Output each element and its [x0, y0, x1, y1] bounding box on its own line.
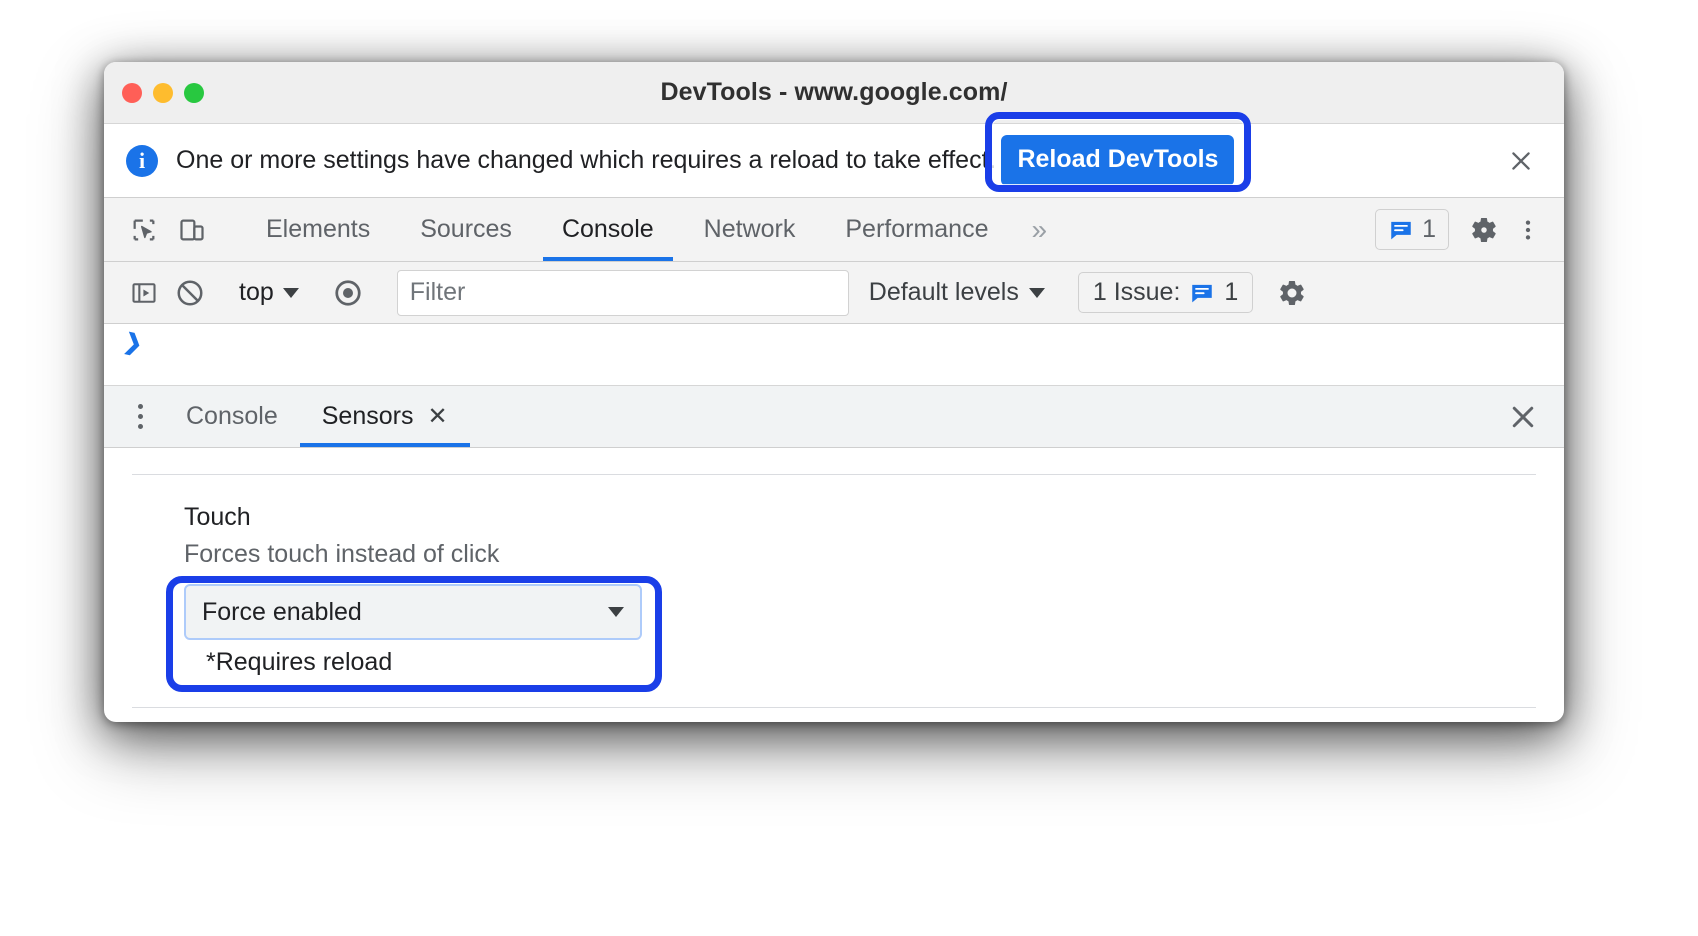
tab-performance[interactable]: Performance [820, 198, 1013, 261]
tab-elements[interactable]: Elements [241, 198, 395, 261]
touch-title: Touch [184, 503, 251, 531]
issue-message-icon [1391, 221, 1411, 239]
console-settings-gear-icon[interactable] [1270, 271, 1314, 315]
live-expression-icon[interactable] [326, 271, 370, 315]
device-toolbar-icon[interactable] [170, 208, 214, 252]
notification-message: One or more settings have changed which … [176, 146, 996, 174]
window-controls [122, 82, 204, 103]
tabbar-right-icons: 1 [1375, 198, 1564, 261]
prompt-chevron-icon: ❯ [121, 328, 145, 357]
log-levels-label: Default levels [868, 278, 1019, 306]
reload-button-wrapper: Reload DevTools [985, 112, 1252, 192]
screenshot-root: DevTools - www.google.com/ i One or more… [0, 0, 1698, 936]
chevron-down-icon [282, 287, 299, 298]
main-menu-kebab-icon[interactable] [1506, 208, 1550, 252]
reload-devtools-button[interactable]: Reload DevTools [1001, 135, 1235, 186]
console-message-area: ❯ [104, 324, 1564, 386]
touch-select-area: Force enabled *Requires reload [166, 576, 1564, 692]
log-levels-selector[interactable]: Default levels [869, 278, 1045, 307]
issue-message-icon [1192, 284, 1213, 302]
close-sensors-tab-icon[interactable]: ✕ [427, 404, 447, 429]
drawer-tab-console-label: Console [186, 402, 278, 430]
drawer-tab-console[interactable]: Console [164, 386, 300, 447]
issues-count: 1 [1422, 215, 1436, 243]
tab-console[interactable]: Console [537, 198, 679, 261]
devtools-window: DevTools - www.google.com/ i One or more… [104, 62, 1564, 722]
console-filter-input[interactable] [396, 269, 849, 316]
chevron-down-icon [1028, 287, 1045, 298]
reload-notification-bar: i One or more settings have changed whic… [104, 112, 1564, 198]
chevron-down-icon [608, 607, 624, 617]
touch-subtitle: Forces touch instead of click [184, 539, 500, 568]
panel-tabs: Elements Sources Console Network Perform… [241, 198, 1065, 261]
close-notification-icon[interactable] [1504, 144, 1538, 178]
console-toolbar: top Default levels 1 Issue: [104, 262, 1564, 324]
more-tabs-icon[interactable]: » [1013, 198, 1065, 261]
touch-select-value: Force enabled [202, 597, 362, 626]
drawer-tab-sensors[interactable]: Sensors ✕ [299, 386, 470, 447]
close-window-button[interactable] [122, 82, 142, 103]
touch-select[interactable]: Force enabled [184, 584, 642, 640]
console-issues-count: 1 [1224, 278, 1239, 306]
minimize-window-button[interactable] [153, 82, 173, 103]
touch-section: Touch Forces touch instead of click Forc… [104, 475, 1564, 692]
execution-context-label: top [239, 278, 274, 306]
console-sidebar-icon[interactable] [122, 271, 166, 315]
close-drawer-icon[interactable] [1482, 386, 1564, 447]
touch-requires-reload-note: *Requires reload [206, 648, 393, 676]
inspect-element-icon[interactable] [122, 208, 166, 252]
devtools-tabbar: Elements Sources Console Network Perform… [104, 198, 1564, 262]
maximize-window-button[interactable] [184, 82, 204, 103]
window-titlebar: DevTools - www.google.com/ [104, 62, 1564, 124]
drawer-tab-sensors-label: Sensors [321, 402, 414, 430]
tab-sources[interactable]: Sources [395, 198, 537, 261]
window-title: DevTools - www.google.com/ [660, 78, 1008, 106]
info-icon: i [126, 144, 158, 177]
gear-icon[interactable] [1462, 208, 1506, 252]
tab-network[interactable]: Network [679, 198, 821, 261]
console-issues-button[interactable]: 1 Issue: 1 [1077, 272, 1254, 313]
drawer-more-icon[interactable] [116, 386, 164, 447]
tabbar-left-icons [104, 198, 241, 261]
clear-console-icon[interactable] [168, 271, 212, 315]
sensors-divider-bottom [132, 707, 1536, 708]
execution-context-selector[interactable]: top [229, 278, 309, 307]
issues-badge-button[interactable]: 1 [1375, 209, 1449, 250]
console-issues-label: 1 Issue: [1092, 278, 1181, 306]
drawer-tabbar: Console Sensors ✕ [104, 386, 1564, 448]
sensors-panel: Touch Forces touch instead of click Forc… [104, 474, 1564, 710]
